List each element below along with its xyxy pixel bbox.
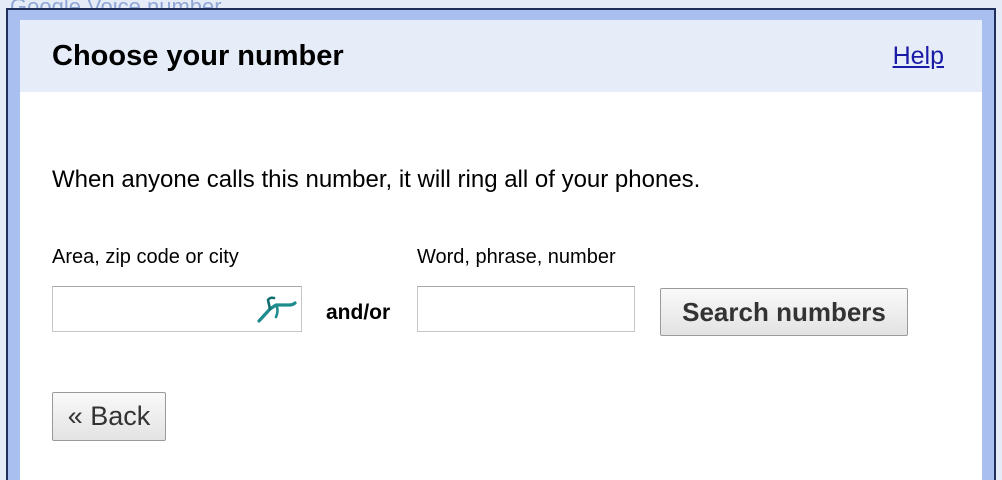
help-link[interactable]: Help xyxy=(893,42,944,71)
word-field-label: Word, phrase, number xyxy=(417,246,616,268)
dialog-description: When anyone calls this number, it will r… xyxy=(52,166,701,193)
back-button[interactable]: « Back xyxy=(52,392,166,441)
word-phrase-number-input[interactable] xyxy=(417,286,635,332)
choose-number-dialog: Choose your number Help When anyone call… xyxy=(20,20,982,480)
dialog-frame: Choose your number Help When anyone call… xyxy=(6,8,996,480)
search-numbers-button[interactable]: Search numbers xyxy=(660,288,908,336)
map-pin-icon[interactable] xyxy=(255,294,297,324)
dialog-header: Choose your number Help xyxy=(20,20,982,92)
and-or-connector: and/or xyxy=(326,301,391,324)
dialog-title: Choose your number xyxy=(52,40,344,72)
area-field-label: Area, zip code or city xyxy=(52,246,239,268)
